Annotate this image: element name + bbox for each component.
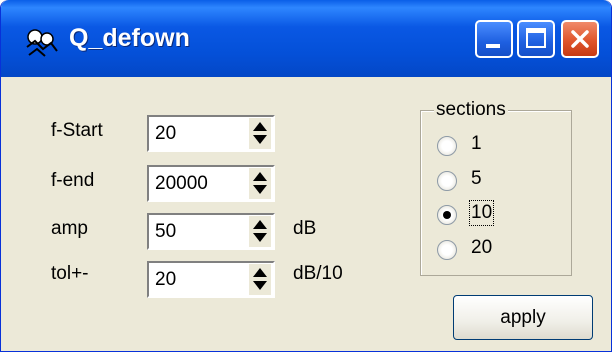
radio-selected-dot <box>443 211 451 219</box>
tol-label: tol+- <box>51 263 89 284</box>
title-bar[interactable]: Q_defown <box>1 0 611 77</box>
close-icon <box>571 30 589 48</box>
maximize-button[interactable] <box>517 20 555 58</box>
f-start-spinner[interactable] <box>248 118 271 149</box>
radio-sections-5[interactable] <box>437 171 457 191</box>
maximize-icon <box>526 28 546 48</box>
window-title: Q_defown <box>69 24 190 52</box>
f-end-value[interactable]: 20000 <box>155 173 208 195</box>
amp-label: amp <box>51 218 88 239</box>
spin-up-icon[interactable] <box>253 172 267 181</box>
radio-label-5[interactable]: 5 <box>471 168 482 190</box>
spin-down-icon[interactable] <box>253 281 267 290</box>
radio-sections-20[interactable] <box>437 240 457 260</box>
f-start-value[interactable]: 20 <box>155 123 176 145</box>
radio-sections-1[interactable] <box>437 136 457 156</box>
spin-up-icon[interactable] <box>253 122 267 131</box>
f-end-label: f-end <box>51 170 95 191</box>
radio-label-10[interactable]: 10 <box>468 200 495 226</box>
amp-spinbox[interactable]: 50 <box>147 213 275 250</box>
close-button[interactable] <box>561 20 599 58</box>
amp-unit: dB <box>293 218 317 239</box>
tol-spinner[interactable] <box>248 264 271 295</box>
minimize-icon <box>486 44 500 48</box>
spin-up-icon[interactable] <box>253 220 267 229</box>
tol-unit: dB/10 <box>293 263 343 284</box>
spin-down-icon[interactable] <box>253 135 267 144</box>
spin-down-icon[interactable] <box>253 233 267 242</box>
radio-label-20[interactable]: 20 <box>471 237 492 259</box>
f-start-label: f-Start <box>51 120 103 141</box>
apply-button[interactable]: apply <box>453 295 593 340</box>
minimize-button[interactable] <box>475 20 513 58</box>
application-window: Q_defown f-Start 20 f-end 20000 amp 50 d… <box>0 0 612 352</box>
radio-label-1[interactable]: 1 <box>471 133 482 155</box>
spin-down-icon[interactable] <box>253 185 267 194</box>
sections-title: sections <box>434 99 508 121</box>
f-start-spinbox[interactable]: 20 <box>147 115 275 152</box>
radio-sections-10[interactable] <box>437 205 457 225</box>
tol-spinbox[interactable]: 20 <box>147 261 275 298</box>
app-icon <box>26 29 58 57</box>
f-end-spinner[interactable] <box>248 168 271 199</box>
tol-value[interactable]: 20 <box>155 269 176 291</box>
f-end-spinbox[interactable]: 20000 <box>147 165 275 202</box>
spin-up-icon[interactable] <box>253 268 267 277</box>
amp-spinner[interactable] <box>248 216 271 247</box>
amp-value[interactable]: 50 <box>155 221 176 243</box>
